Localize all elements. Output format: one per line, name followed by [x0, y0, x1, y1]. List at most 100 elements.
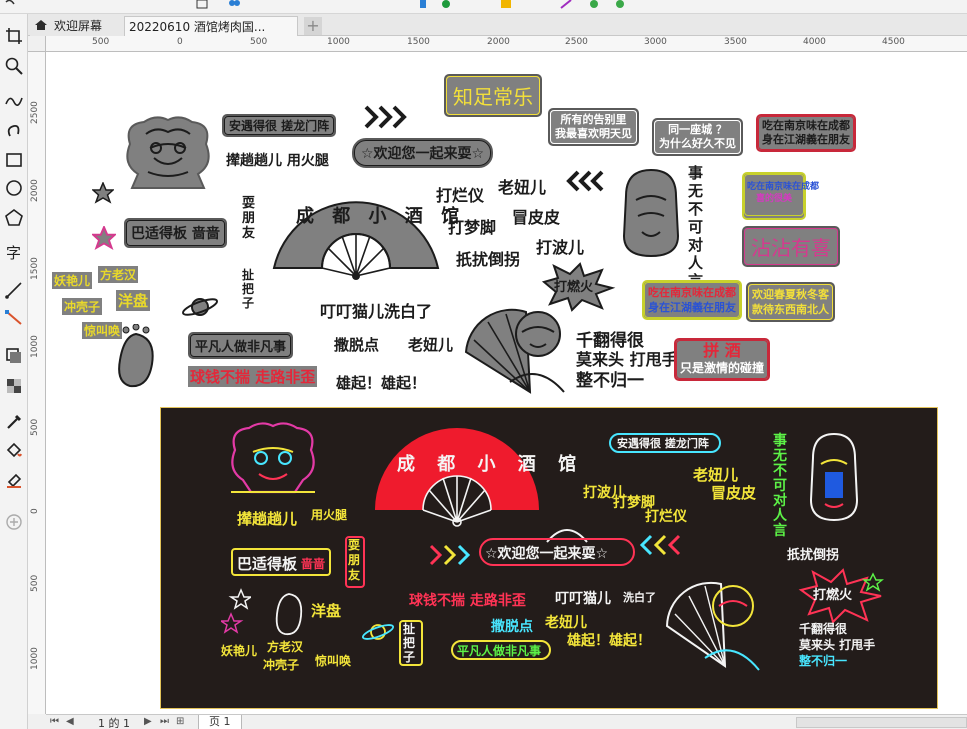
sticker-shiwu[interactable]: 事无不可对人言 — [688, 164, 706, 290]
last-page-icon[interactable]: ⏭ — [160, 716, 169, 727]
sticker-maopipi[interactable]: 冒皮皮 — [512, 204, 560, 228]
neon-pingfan: 平凡人做非凡事 — [457, 644, 542, 658]
sticker-bashi[interactable]: 巴适得板 啬啬 — [124, 218, 227, 248]
add-tool-icon[interactable] — [4, 512, 24, 532]
sticker-yaoyaner[interactable]: 妖艳儿 — [52, 272, 93, 289]
sticker-pingfan[interactable]: 平凡人做非凡事 — [188, 332, 294, 359]
shadow-tool-icon[interactable] — [4, 346, 24, 366]
line-tool-icon[interactable] — [4, 280, 24, 300]
brush-icon[interactable] — [560, 0, 572, 10]
fill-tool-icon[interactable] — [4, 440, 24, 460]
bind-icon[interactable] — [228, 0, 240, 10]
ruler-corner[interactable] — [28, 36, 46, 52]
sticker-pinjiu[interactable]: 拼 酒只是激情的碰撞 — [674, 338, 771, 381]
tab-document[interactable]: 20220610 酒馆烤肉国... — [124, 16, 298, 36]
node-icon[interactable] — [588, 0, 600, 10]
neon-bashi: 巴适得板 — [237, 555, 298, 573]
sticker-laoniuer-2[interactable]: 老妞儿 — [408, 334, 453, 355]
tab-welcome-label: 欢迎屏幕 — [54, 19, 103, 33]
opera-fan-sticker[interactable] — [460, 292, 570, 400]
neon-daran: 打燃火 — [813, 588, 853, 603]
rectangle-tool-icon[interactable] — [4, 150, 24, 170]
sticker-dingding[interactable]: 叮叮猫儿洗白了 — [320, 298, 432, 322]
sticker-chizai[interactable]: 吃在南京味在成都 身在江湖義在朋友 — [756, 114, 856, 152]
sticker-suoyou[interactable]: 所有的告别里 我最喜欢明天见 — [548, 108, 639, 146]
sticker-dabeer[interactable]: 打波儿 — [536, 234, 584, 258]
connector-tool-icon[interactable] — [4, 308, 24, 328]
neon-yaoyan: 妖艳儿 — [221, 644, 258, 658]
text-tool-icon[interactable]: 字 — [4, 242, 24, 262]
sticker-xiongqi[interactable]: 雄起！雄起！ — [336, 372, 426, 393]
neon-dalan: 打烂仪 — [645, 509, 687, 525]
next-page-icon[interactable]: ▶ — [144, 716, 152, 727]
sticker-tongyi[interactable]: 同一座城 ？为什么好久不见 — [652, 118, 743, 156]
neon-stars — [221, 588, 251, 634]
freehand-tool-icon[interactable] — [4, 90, 24, 110]
horizontal-ruler[interactable]: 500 0 500 1000 1500 2000 2500 3000 3500 … — [46, 36, 967, 52]
sticker-huanyingcd[interactable]: 欢迎春夏秋冬客 款待东西南北人 — [746, 282, 835, 322]
sticker-qiuqian[interactable]: 球钱不揣 走路非歪 — [188, 366, 318, 387]
undo-icon[interactable] — [4, 0, 16, 10]
neon-saqi: 撒脱点 — [491, 619, 533, 635]
drawing-canvas[interactable]: 安遇得很 搓龙门阵 撵趟趟儿 用火腿 知足常乐 ☆欢迎您一起来耍☆ 所有的告别里… — [46, 52, 967, 714]
sticker-chizai-2[interactable]: 吃在南京味在成都 身在江湖義在朋友 — [642, 280, 742, 320]
sticker-anyu[interactable]: 安遇得很 搓龙门阵 — [222, 114, 337, 137]
neon-arrows-right — [429, 544, 471, 566]
ruler-label: 1500 — [30, 257, 40, 280]
smart-fill-icon[interactable] — [4, 470, 24, 490]
polygon-tool-icon[interactable] — [4, 208, 24, 228]
chengdu-fan-sticker[interactable] — [270, 176, 442, 280]
page-navigation-bar: ⏮ ◀ 1 的 1 ▶ ⏭ ⊞ 页 1 — [46, 714, 967, 729]
first-page-icon[interactable]: ⏮ — [50, 716, 59, 727]
neon-shiwu: 事无不可对人言 — [773, 433, 787, 539]
sticker-chongkezi[interactable]: 冲壳子 — [62, 298, 103, 315]
sticker-saqidian[interactable]: 撒脱点 — [334, 334, 379, 355]
artistic-media-icon[interactable] — [4, 120, 24, 140]
crop-tool-icon[interactable] — [4, 26, 24, 46]
page-tab-1[interactable]: 页 1 — [198, 715, 242, 729]
zoom-tool-icon[interactable] — [4, 56, 24, 76]
ruler-label: 500 — [250, 37, 268, 47]
opera-mask-sticker[interactable] — [616, 166, 686, 260]
sticker-fanglaohan[interactable]: 方老汉 — [98, 266, 139, 283]
sticker-pabazi[interactable]: 扯把子 — [242, 268, 258, 310]
view-icon[interactable] — [196, 0, 208, 10]
sticker-pataer[interactable]: 撵趟趟儿 用火腿 — [226, 150, 329, 170]
tab-welcome-screen[interactable]: 欢迎屏幕 — [30, 16, 124, 36]
transparency-tool-icon[interactable] — [4, 376, 24, 396]
neon-qiqi: 啬啬 — [301, 557, 326, 571]
sticker-dipodao[interactable]: 扺扰倒拐 — [456, 246, 520, 270]
horizontal-scrollbar[interactable] — [796, 717, 967, 728]
footprint-sticker[interactable] — [112, 324, 160, 390]
ruler-label: 2000 — [30, 179, 40, 202]
neon-molai: 莫来头 打甩手 — [799, 638, 876, 652]
neon-laoniu: 老妞儿 — [545, 615, 587, 631]
neon-preview-board[interactable]: 撵趟趟儿 用火腿 巴适得板 啬啬 耍朋友 洋盘 妖艳儿 方老汉 冲壳子 惊叫唤 … — [160, 407, 938, 709]
ellipse-tool-icon[interactable] — [4, 178, 24, 198]
neon-fanglao: 方老汉 — [267, 640, 304, 654]
neon-qiuqian: 球钱不揣 走路非歪 — [409, 593, 526, 609]
sticker-huanying[interactable]: ☆欢迎您一起来耍☆ — [352, 138, 494, 168]
eyedropper-tool-icon[interactable] — [4, 412, 24, 432]
star-icon — [92, 226, 116, 250]
color-icon[interactable] — [418, 0, 430, 10]
prev-page-icon[interactable]: ◀ — [66, 716, 74, 727]
grid-icon[interactable] — [500, 0, 512, 10]
neon-footprint — [275, 593, 303, 636]
sticker-zhanzhan[interactable]: 沾沾有喜 — [742, 226, 840, 267]
ruler-label: 500 — [30, 418, 40, 436]
sticker-like-words[interactable]: 吃在南京味在成都 喜的很美 — [742, 172, 819, 220]
sticker-laoniuer[interactable]: 老妞儿 — [498, 174, 546, 198]
add-tab-button[interactable]: + — [304, 17, 322, 35]
ruler-label: 3000 — [644, 37, 667, 47]
neon-shua: 耍朋友 — [348, 538, 361, 582]
add-page-icon[interactable]: ⊞ — [176, 716, 184, 727]
sticker-yangpan[interactable]: 洋盘 — [116, 290, 151, 311]
sticker-zhengbu[interactable]: 整不归一 — [576, 366, 644, 391]
plugin-icon[interactable] — [614, 0, 626, 10]
sticker-zhizu[interactable]: 知足常乐 — [444, 74, 542, 117]
sticker-shuapengyou[interactable]: 耍朋友 — [242, 196, 258, 241]
lion-head-sticker[interactable] — [120, 114, 216, 196]
vertical-ruler[interactable]: 2500 2000 1500 1000 500 0 500 1000 — [28, 52, 46, 714]
effects-icon[interactable] — [440, 0, 452, 10]
